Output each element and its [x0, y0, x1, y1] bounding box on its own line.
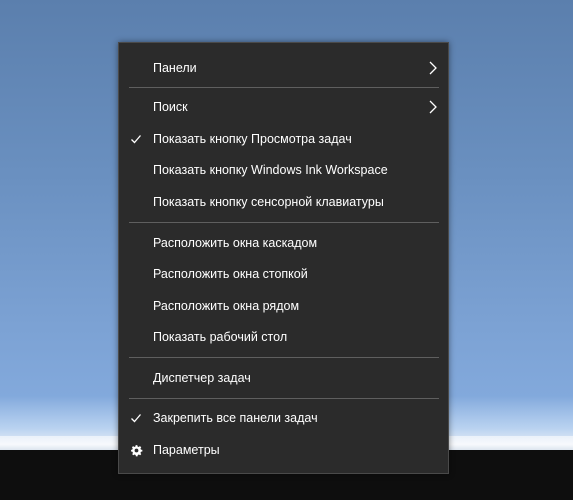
menu-item-panels[interactable]: Панели — [119, 53, 448, 83]
menu-item-label: Показать кнопку сенсорной клавиатуры — [153, 195, 384, 209]
menu-item-label: Поиск — [153, 100, 188, 114]
menu-item-label: Показать рабочий стол — [153, 330, 288, 344]
menu-separator — [129, 398, 439, 399]
menu-item-label: Закрепить все панели задач — [153, 411, 318, 425]
menu-item-task-manager[interactable]: Диспетчер задач — [119, 363, 448, 393]
menu-item-show-ink-workspace[interactable]: Показать кнопку Windows Ink Workspace — [119, 155, 448, 185]
menu-item-label: Показать кнопку Просмотра задач — [153, 132, 352, 146]
chevron-right-icon — [428, 100, 438, 114]
gear-icon — [129, 443, 143, 457]
menu-separator — [129, 357, 439, 358]
checkmark-icon — [129, 411, 143, 425]
menu-separator — [129, 222, 439, 223]
menu-item-label: Показать кнопку Windows Ink Workspace — [153, 163, 388, 177]
menu-item-settings[interactable]: Параметры — [119, 435, 448, 465]
taskbar-context-menu: Панели Поиск Показать кнопку Просмотра з… — [118, 42, 449, 474]
menu-item-side-by-side-windows[interactable]: Расположить окна рядом — [119, 291, 448, 321]
menu-item-label: Панели — [153, 61, 197, 75]
menu-item-stack-windows[interactable]: Расположить окна стопкой — [119, 259, 448, 289]
menu-item-label: Расположить окна каскадом — [153, 236, 318, 250]
checkmark-icon — [129, 132, 143, 146]
menu-item-lock-taskbars[interactable]: Закрепить все панели задач — [119, 403, 448, 433]
chevron-right-icon — [428, 61, 438, 75]
menu-item-search[interactable]: Поиск — [119, 92, 448, 122]
menu-item-label: Расположить окна рядом — [153, 299, 300, 313]
menu-item-show-touch-keyboard[interactable]: Показать кнопку сенсорной клавиатуры — [119, 187, 448, 217]
menu-separator — [129, 87, 439, 88]
menu-item-cascade-windows[interactable]: Расположить окна каскадом — [119, 228, 448, 258]
menu-item-show-desktop[interactable]: Показать рабочий стол — [119, 322, 448, 352]
menu-item-label: Расположить окна стопкой — [153, 267, 308, 281]
menu-item-label: Диспетчер задач — [153, 371, 251, 385]
menu-item-label: Параметры — [153, 443, 220, 457]
menu-item-show-task-view[interactable]: Показать кнопку Просмотра задач — [119, 124, 448, 154]
